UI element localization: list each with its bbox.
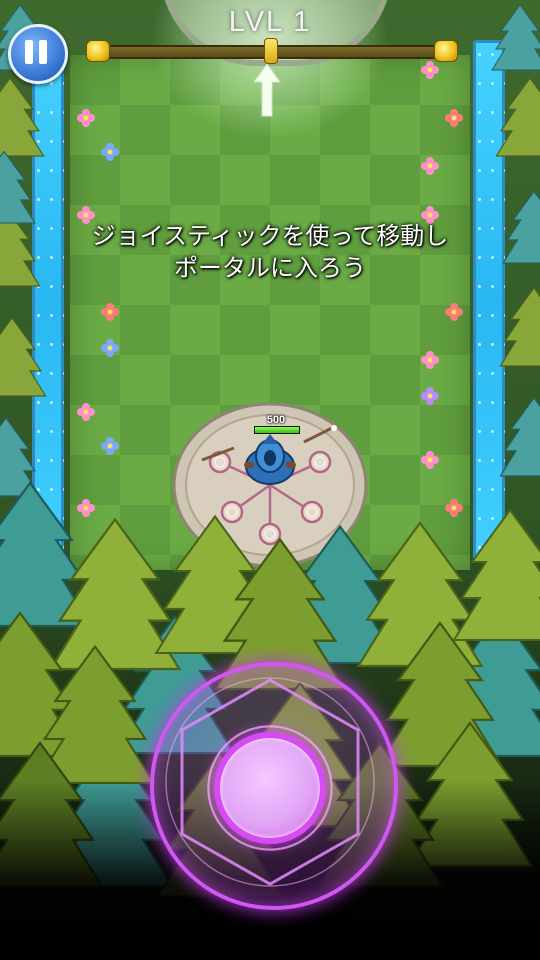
health-bar (254, 426, 300, 434)
level-progress-bar (86, 38, 458, 64)
flower-icon (444, 302, 464, 322)
tutorial-line-1: ジョイスティックを使って移動し (91, 222, 449, 250)
flower-icon (420, 450, 440, 470)
up-arrow-icon (253, 63, 281, 117)
flower-icon (100, 338, 120, 358)
flower-icon (444, 498, 464, 518)
player-character (244, 434, 296, 485)
tutorial-message: ジョイスティックを使って移動し ポータルに入ろう (60, 220, 480, 284)
flower-icon (100, 436, 120, 456)
level-bar-marker (264, 38, 278, 64)
flower-icon (100, 142, 120, 162)
flower-icon (420, 350, 440, 370)
flower-icon (444, 108, 464, 128)
flower-icon (420, 386, 440, 406)
flower-icon (76, 108, 96, 128)
flower-icon (420, 156, 440, 176)
flower-icon (100, 302, 120, 322)
flower-icon (420, 60, 440, 80)
tutorial-line-2: ポータルに入ろう (174, 254, 366, 282)
game-scene: 500 ジョイスティックを使って移動し ポータルに入ろう LVL 1 (0, 0, 540, 960)
health-bar-fill (255, 427, 299, 433)
river-left (32, 40, 64, 560)
river-right (473, 40, 505, 560)
level-bar-right-cap (434, 40, 458, 62)
flower-icon (76, 402, 96, 422)
level-label: LVL 1 (228, 6, 312, 38)
hp-value: 500 (266, 414, 286, 426)
joystick-knob[interactable] (214, 732, 326, 844)
pause-button[interactable] (8, 24, 68, 84)
level-bar-left-cap (86, 40, 110, 62)
flower-icon (76, 498, 96, 518)
